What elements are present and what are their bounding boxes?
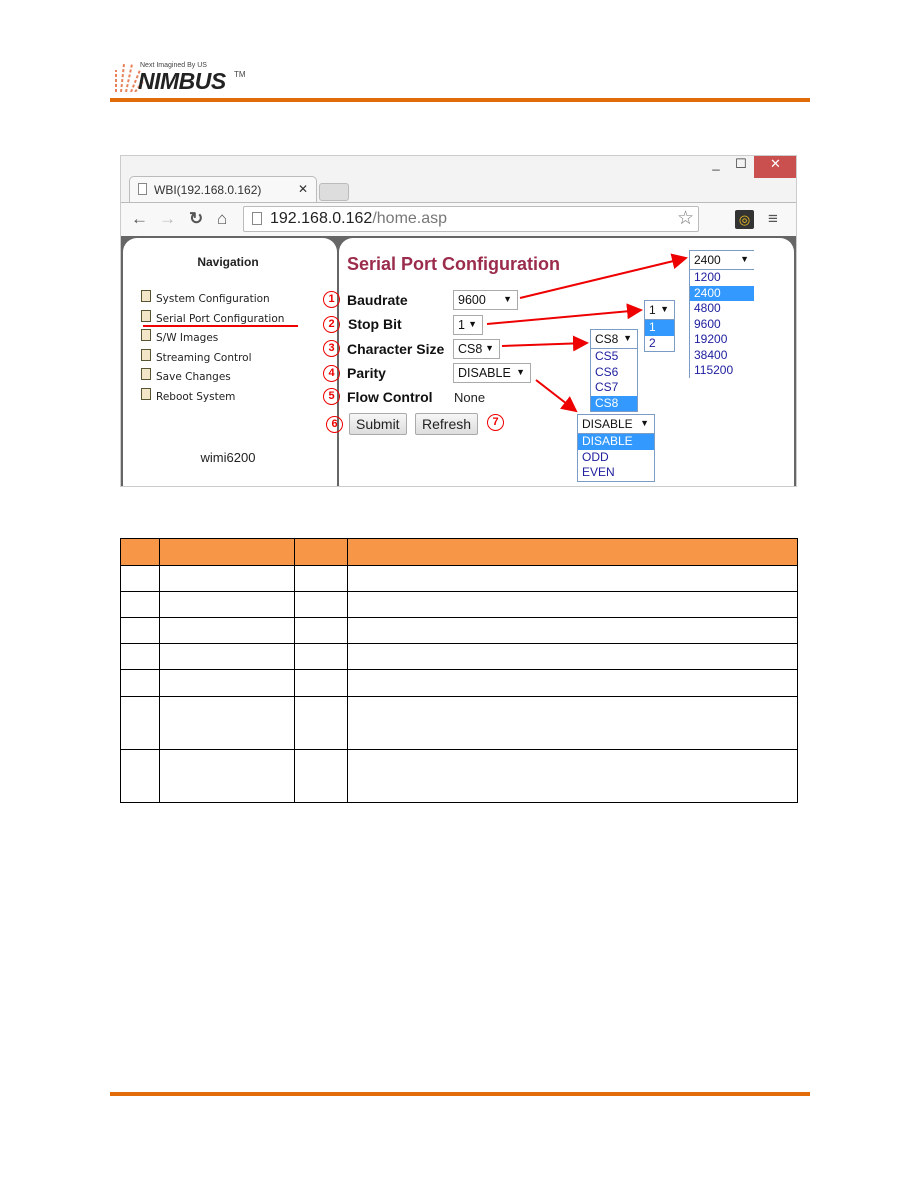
stopbit-dropdown-list[interactable]: 1 ▼ 1 2 — [644, 300, 675, 352]
menu-icon[interactable]: ≡ — [768, 209, 778, 229]
charsize-select[interactable]: CS8 ▼ — [453, 339, 500, 359]
annotation-7: 7 — [487, 414, 504, 431]
option[interactable]: 4800 — [690, 301, 754, 317]
annotation-3: 3 — [323, 340, 340, 357]
charsize-dropdown-list[interactable]: CS8 ▼ CS5 CS6 CS7 CS8 — [590, 329, 638, 412]
annotation-5: 5 — [323, 388, 340, 405]
stopbit-select[interactable]: 1 ▼ — [453, 315, 483, 335]
option[interactable]: 38400 — [690, 348, 754, 364]
active-underline — [143, 325, 298, 327]
baudrate-dropdown-list[interactable]: 2400 ▼ 1200 2400 4800 9600 19200 38400 11… — [689, 250, 754, 378]
parity-dropdown-list[interactable]: DISABLE ▼ DISABLE ODD EVEN — [577, 414, 655, 482]
flow-control-value: None — [454, 390, 486, 405]
hostname: wimi6200 — [200, 450, 256, 465]
page-icon — [138, 183, 147, 195]
document-icon — [141, 329, 151, 341]
annotation-6: 6 — [326, 416, 343, 433]
logo-name: NIMBUS — [138, 68, 226, 94]
annotation-2: 2 — [323, 316, 340, 333]
logo-tm: TM — [234, 70, 246, 79]
dropdown-arrow-icon: ▼ — [516, 367, 525, 377]
url-path: /home.asp — [372, 210, 448, 227]
option[interactable]: CS7 — [591, 380, 637, 396]
bookmark-star-icon[interactable]: ☆ — [677, 207, 694, 230]
option[interactable]: CS5 — [591, 349, 637, 365]
url-host: 192.168.0.162 — [270, 210, 373, 227]
option[interactable]: 9600 — [690, 317, 754, 333]
footer-rule — [110, 1092, 810, 1096]
nimbus-logo: Next Imagined By US NIMBUS TM — [110, 56, 250, 96]
header-rule — [110, 98, 810, 102]
nav-item-serial-port-configuration[interactable]: Serial Port Configuration — [141, 310, 284, 325]
reload-icon[interactable]: ↻ — [189, 209, 203, 229]
minimize-button[interactable]: _ — [706, 156, 726, 178]
baudrate-select[interactable]: 9600 ▼ — [453, 290, 518, 310]
navigation-title: Navigation — [197, 255, 259, 269]
annotation-1: 1 — [323, 291, 340, 308]
option[interactable]: CS8 — [591, 395, 637, 411]
nav-item-system-configuration[interactable]: System Configuration — [141, 290, 270, 305]
page-icon — [252, 212, 262, 225]
navigation-panel: Navigation System Configuration Serial P… — [123, 238, 337, 486]
baudrate-label: Baudrate — [347, 292, 408, 308]
tab-title: WBI(192.168.0.162) — [154, 183, 262, 197]
back-icon[interactable]: ← — [131, 209, 148, 229]
close-tab-icon[interactable]: ✕ — [298, 182, 308, 196]
annotation-4: 4 — [323, 365, 340, 382]
table-row — [120, 617, 798, 644]
parity-label: Parity — [347, 365, 386, 381]
address-bar[interactable]: 192.168.0.162/home.asp ☆ — [243, 206, 699, 232]
option[interactable]: 1200 — [690, 270, 754, 286]
table-row — [120, 643, 798, 670]
table-header-row — [120, 538, 798, 566]
extension-icon[interactable]: ◎ — [735, 210, 754, 229]
document-icon — [141, 290, 151, 302]
nav-item-streaming-control[interactable]: Streaming Control — [141, 349, 252, 364]
nav-item-sw-images[interactable]: S/W Images — [141, 329, 218, 344]
new-tab-button[interactable] — [319, 183, 349, 201]
flow-control-label: Flow Control — [347, 389, 433, 405]
document-icon — [141, 368, 151, 380]
table-row — [120, 591, 798, 618]
dropdown-arrow-icon: ▼ — [503, 294, 512, 304]
option[interactable]: ODD — [578, 450, 654, 466]
maximize-button[interactable]: ☐ — [731, 156, 751, 178]
option[interactable]: 2 — [645, 336, 674, 352]
dropdown-arrow-icon: ▼ — [485, 343, 494, 353]
document-icon — [141, 310, 151, 322]
option[interactable]: DISABLE — [578, 434, 654, 450]
table-row — [120, 669, 798, 697]
stopbit-label: Stop Bit — [348, 316, 402, 332]
browser-toolbar: ← → ↻ ⌂ 192.168.0.162/home.asp ☆ ◎ ≡ — [121, 202, 796, 236]
option[interactable]: 2400 — [690, 285, 754, 301]
close-window-button[interactable]: ✕ — [754, 156, 796, 178]
table-row — [120, 696, 798, 750]
browser-tab[interactable]: WBI(192.168.0.162) ✕ — [129, 176, 317, 203]
page-title: Serial Port Configuration — [347, 254, 561, 274]
table-row — [120, 749, 798, 803]
dropdown-arrow-icon: ▼ — [468, 319, 477, 329]
document-icon — [141, 388, 151, 400]
table-row — [120, 565, 798, 592]
option[interactable]: 1 — [645, 320, 674, 336]
document-icon — [141, 349, 151, 361]
submit-button[interactable]: Submit — [349, 413, 407, 435]
option[interactable]: CS6 — [591, 365, 637, 381]
home-icon[interactable]: ⌂ — [217, 209, 227, 229]
option[interactable]: 19200 — [690, 332, 754, 348]
description-table — [120, 538, 798, 803]
refresh-button[interactable]: Refresh — [415, 413, 479, 435]
forward-icon[interactable]: → — [159, 209, 176, 229]
charsize-label: Character Size — [347, 341, 445, 357]
nav-item-reboot-system[interactable]: Reboot System — [141, 388, 235, 403]
nav-item-save-changes[interactable]: Save Changes — [141, 368, 231, 383]
parity-select[interactable]: DISABLE ▼ — [453, 363, 531, 383]
option[interactable]: EVEN — [578, 465, 654, 481]
option[interactable]: 115200 — [690, 363, 754, 379]
